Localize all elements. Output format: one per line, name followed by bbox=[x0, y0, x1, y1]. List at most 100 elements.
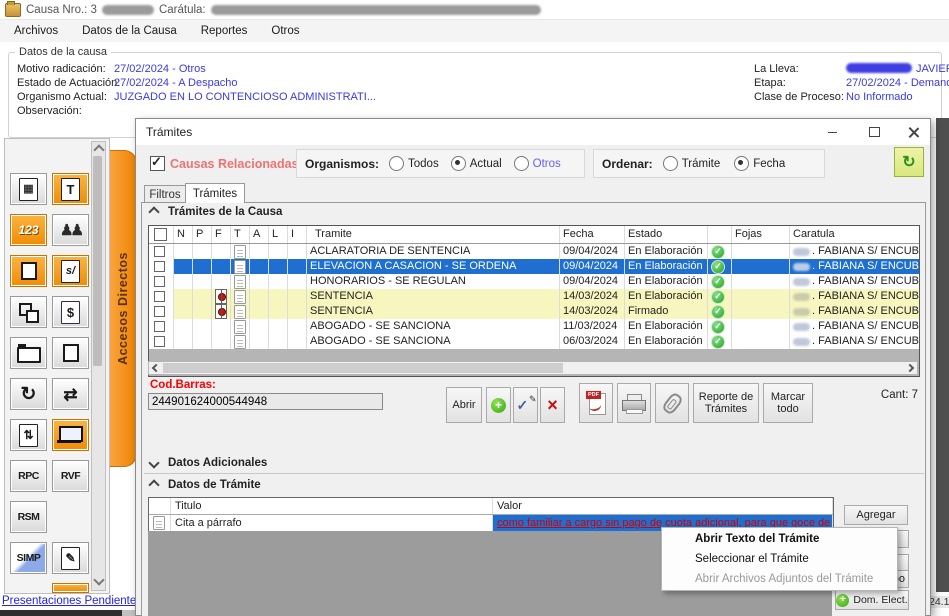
scroll-up-icon[interactable] bbox=[93, 144, 104, 155]
col-p[interactable]: P bbox=[193, 226, 212, 243]
table-hscrollbar[interactable] bbox=[148, 361, 918, 375]
table-row[interactable]: ABOGADO - SE SANCIONA 11/03/2024 En Elab… bbox=[149, 319, 919, 334]
dialog-titlebar[interactable]: Trámites bbox=[136, 119, 930, 145]
hscroll-left-arrow[interactable] bbox=[149, 362, 163, 374]
hscroll-right-arrow[interactable] bbox=[903, 362, 917, 374]
organismos-actual-radio[interactable] bbox=[451, 156, 466, 171]
close-button[interactable] bbox=[906, 124, 922, 140]
sidebar-scroll-thumb[interactable] bbox=[93, 156, 102, 366]
delete-button[interactable]: × bbox=[540, 387, 565, 423]
pdf-button[interactable]: PDF bbox=[579, 383, 613, 423]
codbarras-input[interactable] bbox=[148, 393, 383, 410]
numbers-button[interactable]: 123 bbox=[10, 214, 47, 246]
reporte-tramites-button[interactable]: Reporte de Trámites bbox=[693, 383, 759, 423]
menu-reportes[interactable]: Reportes bbox=[201, 25, 248, 37]
collapse-down-icon[interactable] bbox=[148, 457, 159, 468]
agregar-button[interactable]: Agregar bbox=[844, 505, 908, 525]
table-row-selected[interactable]: ELEVACION A CASACION - SE ORDENA 09/04/2… bbox=[149, 259, 919, 274]
copy-docs-button[interactable] bbox=[52, 337, 89, 369]
fees-doc-button[interactable]: s/ bbox=[52, 255, 89, 287]
tab-tramites[interactable]: Trámites bbox=[185, 183, 245, 203]
redacted-caratula-cell bbox=[793, 338, 810, 346]
select-all-checkbox[interactable] bbox=[149, 226, 174, 243]
cell-fojas bbox=[732, 304, 790, 319]
row-checkbox[interactable] bbox=[154, 291, 165, 302]
menu-archivos[interactable]: Archivos bbox=[14, 25, 58, 37]
col-l[interactable]: L bbox=[269, 226, 288, 243]
maximize-button[interactable] bbox=[866, 124, 882, 140]
row-checkbox[interactable] bbox=[154, 246, 165, 257]
recycle-button[interactable]: ↻ bbox=[10, 378, 47, 410]
transfer-docs-button[interactable]: ⇄ bbox=[52, 378, 89, 410]
section-datos-tramite-header[interactable]: Datos de Trámite bbox=[150, 479, 261, 491]
row-checkbox[interactable] bbox=[154, 276, 165, 287]
menu-otros[interactable]: Otros bbox=[271, 25, 299, 37]
marcar-todo-button[interactable]: Marcar todo bbox=[763, 383, 813, 423]
rpc-button[interactable]: RPC bbox=[10, 460, 47, 492]
groupbox-title: Datos de la causa bbox=[15, 46, 111, 58]
col-tramite[interactable]: Tramite bbox=[307, 226, 560, 243]
col-n[interactable]: N bbox=[174, 226, 193, 243]
add-button[interactable]: + bbox=[486, 387, 511, 423]
squares-button[interactable] bbox=[10, 296, 47, 328]
accesos-directos-tab[interactable]: Accesos Directos bbox=[110, 150, 137, 467]
people-button[interactable]: ♟♟ bbox=[52, 214, 89, 246]
section-adicionales-header[interactable]: Datos Adicionales bbox=[150, 457, 267, 469]
row-checkbox[interactable] bbox=[154, 306, 165, 317]
organismos-todos-radio[interactable] bbox=[389, 156, 404, 171]
minimize-button[interactable] bbox=[824, 124, 840, 140]
col-i[interactable]: I bbox=[288, 226, 307, 243]
edit-check-button[interactable]: ✓✎ bbox=[513, 387, 538, 423]
table-row[interactable]: HONORARIOS - SE REGULAN 09/04/2024 En El… bbox=[149, 274, 919, 289]
menu-datos-causa[interactable]: Datos de la Causa bbox=[82, 25, 177, 37]
partial-orange-button[interactable] bbox=[52, 583, 89, 593]
table-row[interactable]: ABOGADO - SE SANCIONA 06/03/2024 En Elab… bbox=[149, 334, 919, 349]
simp-button[interactable]: SIMP bbox=[10, 542, 47, 574]
folder-button[interactable] bbox=[10, 337, 47, 369]
col-fojas[interactable]: Fojas bbox=[732, 226, 790, 243]
doc-updown-button[interactable]: ⇅ bbox=[10, 419, 47, 451]
menu-seleccionar-tramite[interactable]: Seleccionar el Trámite bbox=[662, 549, 897, 569]
col-valor[interactable]: Valor bbox=[493, 498, 833, 514]
table-row-highlighted[interactable]: SENTENCIA 14/03/2024 Firmado . FABIANA S… bbox=[149, 304, 919, 319]
table-row[interactable]: ACLARATORIA DE SENTENCIA 09/04/2024 En E… bbox=[149, 244, 919, 259]
col-titulo[interactable]: Titulo bbox=[171, 498, 493, 514]
print-button[interactable] bbox=[617, 383, 651, 423]
col-f[interactable]: F bbox=[212, 226, 231, 243]
organismos-otros-radio[interactable] bbox=[514, 156, 529, 171]
collapse-up-icon[interactable] bbox=[148, 479, 159, 490]
laptop-button[interactable] bbox=[52, 419, 89, 451]
rsm-button[interactable]: RSM bbox=[10, 501, 47, 533]
section-tramites-header[interactable]: Trámites de la Causa bbox=[150, 206, 282, 218]
tab-filtros[interactable]: Filtros bbox=[144, 185, 186, 203]
refresh-button[interactable]: ↻ bbox=[894, 147, 924, 177]
presentaciones-pendientes-link[interactable]: Presentaciones Pendientes ( bbox=[2, 595, 149, 607]
row-checkbox[interactable] bbox=[154, 261, 165, 272]
ordenar-tramite-radio[interactable] bbox=[663, 156, 678, 171]
col-caratula[interactable]: Caratula bbox=[790, 226, 919, 243]
doc-stack-button[interactable] bbox=[10, 255, 47, 287]
hidden-button-fragment[interactable] bbox=[897, 530, 909, 548]
text-doc-button[interactable]: T bbox=[52, 173, 89, 205]
ordenar-fecha-radio[interactable] bbox=[734, 156, 749, 171]
col-fecha[interactable]: Fecha bbox=[560, 226, 625, 243]
table-row-highlighted[interactable]: SENTENCIA 14/03/2024 En Elaboración . FA… bbox=[149, 289, 919, 304]
attachment-button[interactable] bbox=[655, 383, 689, 423]
row-checkbox[interactable] bbox=[154, 321, 165, 332]
scroll-down-icon[interactable] bbox=[93, 574, 104, 585]
col-estado[interactable]: Estado bbox=[625, 226, 708, 243]
dom-elect-button[interactable]: + Dom. Elect. bbox=[835, 590, 909, 610]
collapse-up-icon[interactable] bbox=[148, 206, 159, 217]
edit-doc-button[interactable]: ✎ bbox=[52, 542, 89, 574]
abrir-button[interactable]: Abrir bbox=[446, 387, 482, 423]
row-checkbox[interactable] bbox=[154, 336, 165, 347]
report-grid-button[interactable]: ▦ bbox=[10, 173, 47, 205]
col-a[interactable]: A bbox=[250, 226, 269, 243]
hscroll-thumb[interactable] bbox=[163, 363, 563, 373]
causas-relacionadas-checkbox[interactable] bbox=[150, 156, 165, 171]
col-t[interactable]: T bbox=[231, 226, 250, 243]
menu-abrir-texto[interactable]: Abrir Texto del Trámite bbox=[662, 529, 897, 549]
sidebar-scrollbar[interactable] bbox=[91, 141, 106, 591]
rvf-button[interactable]: RVF bbox=[52, 460, 89, 492]
money-doc-button[interactable]: $ bbox=[52, 296, 89, 328]
